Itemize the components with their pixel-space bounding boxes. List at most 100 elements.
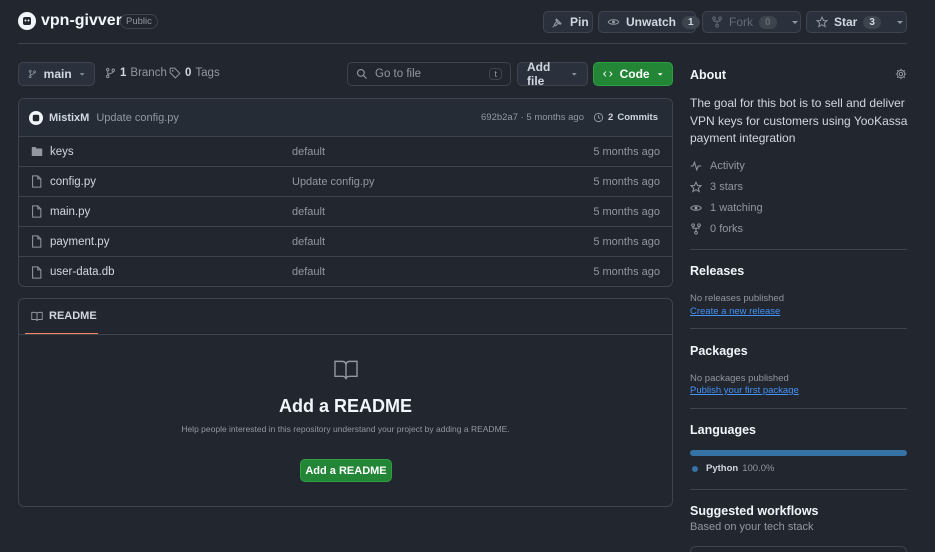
branch-icon [28,69,36,79]
history-icon [593,112,604,123]
forks-link[interactable]: 0 forks [690,223,743,235]
star-icon [816,16,828,28]
eye-icon [690,205,702,211]
file-name[interactable]: config.py [50,176,96,188]
unwatch-label: Unwatch [626,15,677,29]
add-readme-button[interactable]: Add a README [300,459,392,482]
file-row[interactable]: user-data.db default 5 months ago [19,257,672,286]
about-description: The goal for this bot is to sell and del… [690,96,908,145]
file-name[interactable]: keys [50,146,74,158]
readme-tab-divider [19,334,672,335]
readme-help-text: Help people interested in this repositor… [181,424,510,434]
forks-label: forks [719,223,744,235]
branches-count: 1 [120,67,127,79]
file-row[interactable]: config.py Update config.py 5 months ago [19,167,672,197]
packages-empty-text: No packages published [690,373,789,384]
search-icon [356,68,367,79]
file-age: 5 months ago [593,205,660,218]
releases-empty-text: No releases published [690,293,785,304]
file-table: MistixM Update config.py 692b2a7 · 5 mon… [18,98,673,287]
header-divider [18,43,907,44]
file-commit-message[interactable]: default [292,206,325,218]
fork-dropdown[interactable] [785,12,805,32]
pin-icon [552,18,562,28]
code-button[interactable]: Code [593,62,673,86]
file-row[interactable]: main.py default 5 months ago [19,197,672,227]
file-row[interactable]: payment.py default 5 months ago [19,227,672,257]
fork-button[interactable]: Fork 0 [703,12,785,32]
caret-down-icon [791,21,798,24]
readme-tab-label: README [49,310,97,322]
tags-count: 0 [185,67,192,79]
watching-count: 1 [710,202,717,214]
file-icon [32,175,42,188]
fork-label: Fork [729,15,753,29]
file-row[interactable]: keys default 5 months ago [19,137,672,167]
file-age: 5 months ago [593,175,660,188]
visibility-badge: Public [120,14,158,29]
publish-package-link[interactable]: Publish your first package [690,385,799,396]
code-icon [603,71,613,77]
file-name[interactable]: main.py [50,206,90,218]
language-color-dot [692,465,698,472]
workflow-card[interactable] [690,546,907,552]
branches-link[interactable]: 1 Branch [105,67,167,79]
file-age: 5 months ago [593,235,660,248]
caret-down-icon [79,73,85,76]
search-shortcut-key: t [489,68,502,80]
file-commit-message[interactable]: Update config.py [292,176,375,188]
folder-icon [31,147,43,156]
star-button[interactable]: Star 3 [807,12,890,32]
readme-panel: README Add a README Help people interest… [18,298,673,507]
language-bar [690,450,907,456]
language-item-python[interactable]: Python 100.0% [692,463,774,474]
add-file-label: Add file [527,60,551,88]
create-release-link[interactable]: Create a new release [690,306,780,317]
watch-count: 1 [682,15,700,29]
repo-name[interactable]: vpn-givver [41,12,122,30]
releases-title[interactable]: Releases [690,264,744,278]
branch-selector[interactable]: main [18,62,95,86]
unwatch-button-group[interactable]: Unwatch 1 [598,11,721,33]
star-dropdown[interactable] [890,12,910,32]
pin-button[interactable]: Pin [543,11,593,33]
commit-message[interactable]: Update config.py [96,112,179,124]
commits-link[interactable]: 2 Commits [593,112,658,123]
book-icon [31,311,43,321]
file-commit-message[interactable]: default [292,146,325,158]
eye-icon [607,19,620,25]
watching-link[interactable]: 1 watching [690,202,763,214]
commits-count: 2 [608,112,614,123]
activity-label: Activity [710,160,745,172]
add-file-button[interactable]: Add file [517,60,588,88]
owner-avatar-icon[interactable] [18,12,36,30]
language-name: Python [706,463,739,474]
readme-tab[interactable]: README [25,299,98,335]
sidebar-divider [690,489,907,490]
workflows-title: Suggested workflows [690,504,819,518]
packages-title[interactable]: Packages [690,344,748,358]
file-name[interactable]: user-data.db [50,266,115,278]
sidebar-divider [690,249,907,250]
commit-hash-age[interactable]: 692b2a7 · 5 months ago [481,112,584,123]
file-name[interactable]: payment.py [50,236,109,248]
go-to-file-search[interactable]: Go to file t [347,62,511,86]
star-count: 3 [863,15,881,29]
pulse-icon [690,160,702,172]
book-icon [334,360,358,380]
gear-icon[interactable] [895,68,907,80]
language-bar-python [690,450,907,456]
fork-button-group[interactable]: Fork 0 [702,11,801,33]
commit-author[interactable]: MistixM [49,112,89,124]
activity-link[interactable]: Activity [690,160,745,172]
star-icon [690,181,702,193]
unwatch-button[interactable]: Unwatch 1 [599,12,708,32]
file-commit-message[interactable]: default [292,236,325,248]
stars-count: 3 [710,181,717,193]
code-label: Code [619,67,650,81]
tags-link[interactable]: 0 Tags [169,67,220,79]
author-avatar[interactable] [29,110,43,125]
file-commit-message[interactable]: default [292,266,325,278]
star-button-group[interactable]: Star 3 [806,11,907,33]
stars-link[interactable]: 3 stars [690,181,743,193]
